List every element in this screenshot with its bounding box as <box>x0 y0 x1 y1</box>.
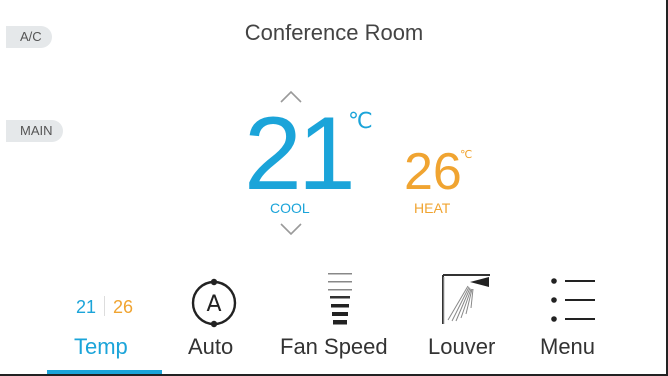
cool-setpoint: 21 <box>244 96 356 212</box>
mini-cool-value: 21 <box>76 297 97 317</box>
heat-label: HEAT <box>414 200 451 216</box>
mini-divider <box>104 296 106 316</box>
nav-menu-label: Menu <box>540 334 596 359</box>
nav-temp-label: Temp <box>74 334 128 359</box>
auto-icon-letter: A <box>206 292 221 317</box>
nav-louver-label: Louver <box>428 334 496 359</box>
cool-unit: ℃ <box>348 108 373 133</box>
cool-label: COOL <box>270 200 310 216</box>
chevron-down-icon[interactable] <box>280 222 302 236</box>
nav-fan-speed-label: Fan Speed <box>280 334 388 359</box>
room-title: Conference Room <box>244 20 424 45</box>
active-tab-indicator <box>47 370 162 374</box>
fan-speed-icon <box>328 273 352 325</box>
mini-heat-value: 26 <box>113 297 134 317</box>
heat-setpoint: 26 <box>404 143 462 201</box>
auto-mode-icon: A <box>191 278 237 328</box>
heat-unit: ℃ <box>460 149 473 161</box>
main-tab[interactable]: MAIN <box>6 120 63 142</box>
louver-icon <box>442 274 490 324</box>
menu-list-icon <box>551 278 595 322</box>
nav-auto-label: Auto <box>188 334 234 359</box>
temp-mini-readout: 21 26 <box>76 296 133 318</box>
